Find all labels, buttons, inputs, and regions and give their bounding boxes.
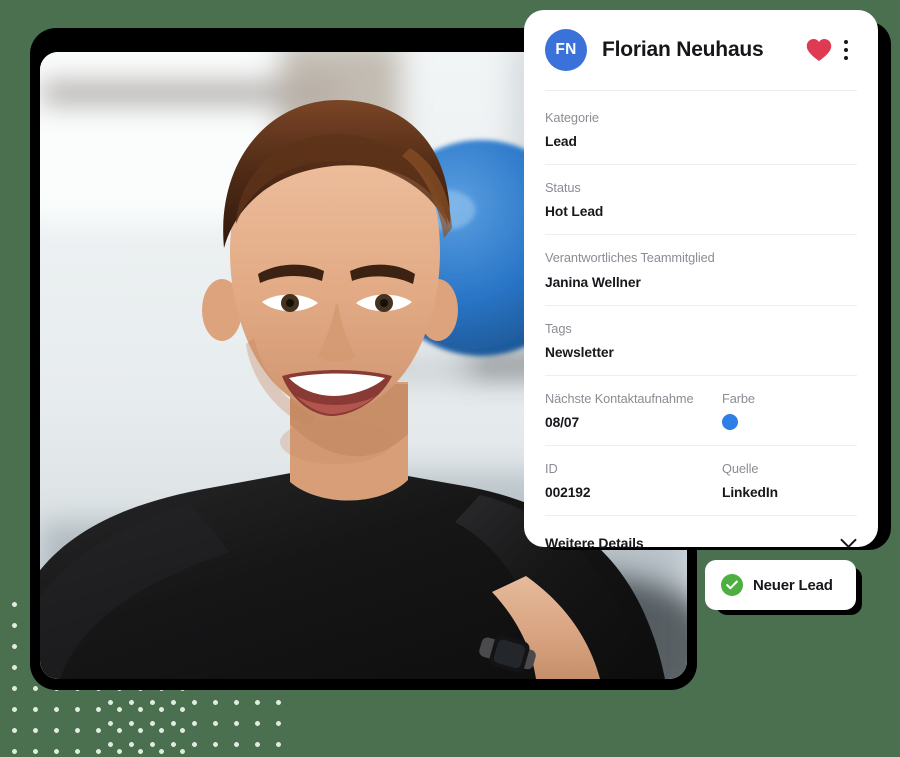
field-list: Kategorie Lead Status Hot Lead Verantwor… (545, 91, 857, 517)
heart-filled-icon[interactable] (805, 37, 833, 63)
field-col: Status Hot Lead (545, 179, 857, 221)
field-row-kategorie: Kategorie Lead (545, 93, 857, 166)
field-label: Nächste Kontaktaufnahme (545, 390, 694, 406)
field-value: Lead (545, 134, 577, 150)
field-label: Tags (545, 320, 572, 336)
field-value: Newsletter (545, 344, 614, 360)
field-row-tags: Tags Newsletter (545, 306, 857, 376)
neuer-lead-label: Neuer Lead (753, 576, 833, 594)
field-label: Farbe (722, 390, 755, 406)
kebab-dot (844, 56, 848, 60)
card-header: FN Florian Neuhaus (545, 10, 857, 91)
avatar: FN (545, 29, 587, 71)
field-label: Verantwortliches Teammitglied (545, 250, 715, 266)
check-circle-icon (721, 574, 743, 596)
field-row-id-quelle: ID 002192 Quelle LinkedIn (545, 446, 857, 517)
field-value: Hot Lead (545, 204, 604, 220)
field-label: ID (545, 460, 558, 476)
field-value: Janina Wellner (545, 274, 641, 290)
contact-name: Florian Neuhaus (602, 38, 764, 61)
field-col: Verantwortliches Teammitglied Janina Wel… (545, 249, 857, 291)
field-value: 08/07 (545, 415, 580, 431)
field-col: Quelle LinkedIn (722, 460, 857, 502)
field-label: Quelle (722, 460, 759, 476)
decorative-dot-grid-secondary (96, 688, 296, 757)
kebab-dot (844, 48, 848, 52)
field-value: 002192 (545, 485, 591, 501)
field-label: Status (545, 180, 581, 196)
field-col: Nächste Kontaktaufnahme 08/07 (545, 390, 722, 432)
field-col: Kategorie Lead (545, 109, 857, 151)
weitere-details-label: Weitere Details (545, 535, 644, 552)
field-col: ID 002192 (545, 460, 722, 502)
neuer-lead-button[interactable]: Neuer Lead (705, 560, 856, 610)
field-row-status: Status Hot Lead (545, 165, 857, 236)
chevron-down-icon[interactable] (840, 538, 857, 549)
field-label: Kategorie (545, 110, 599, 125)
contact-card: FN Florian Neuhaus Kategorie Lead Status… (524, 10, 878, 551)
field-col: Tags Newsletter (545, 320, 857, 362)
field-col: Farbe (722, 390, 857, 432)
field-row-teammitglied: Verantwortliches Teammitglied Janina Wel… (545, 235, 857, 306)
kebab-menu-icon[interactable] (835, 36, 857, 64)
field-row-kontaktaufnahme-farbe: Nächste Kontaktaufnahme 08/07 Farbe (545, 376, 857, 446)
kebab-dot (844, 40, 848, 44)
field-value: LinkedIn (722, 485, 778, 501)
farbe-color-swatch (722, 414, 738, 431)
